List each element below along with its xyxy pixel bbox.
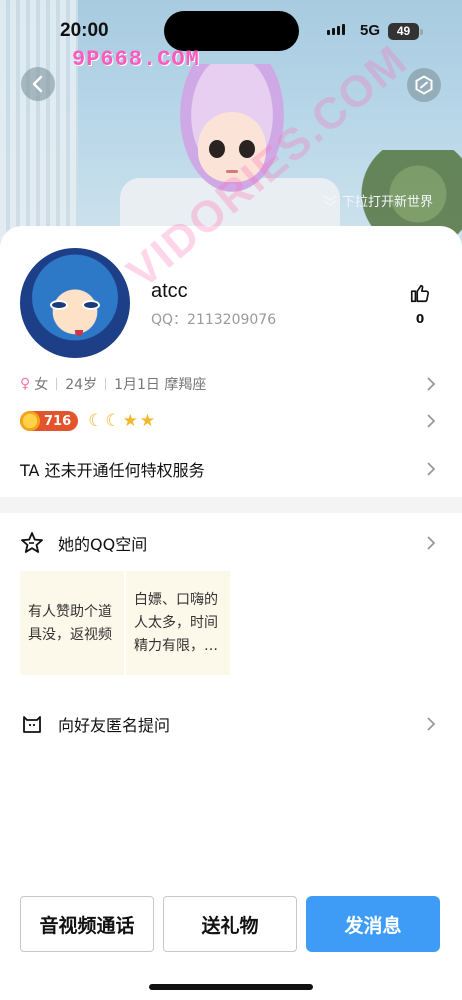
qzone-row[interactable]: 她的QQ空间 bbox=[20, 530, 442, 556]
pull-hint[interactable]: 下拉打开新世界 bbox=[322, 191, 433, 210]
cover-avatar-eye bbox=[239, 140, 255, 158]
level-icons: ☾ ☾ ★ ★ bbox=[88, 411, 155, 431]
chevron-right-icon bbox=[427, 414, 436, 428]
avatar-eye bbox=[82, 300, 100, 310]
home-indicator[interactable] bbox=[149, 984, 313, 990]
moon-icon: ☾ bbox=[105, 411, 121, 431]
chevron-left-icon bbox=[32, 75, 43, 93]
hexagon-settings-icon bbox=[415, 75, 433, 95]
level-value: 716 bbox=[44, 413, 72, 429]
back-button[interactable] bbox=[21, 67, 55, 101]
pull-hint-label: 下拉打开新世界 bbox=[342, 195, 434, 210]
thumbs-up-icon bbox=[410, 284, 430, 303]
cat-box-icon bbox=[23, 716, 41, 733]
privilege-text: TA 还未开通任何特权服务 bbox=[20, 461, 205, 480]
qzone-post[interactable]: 白嫖、口嗨的人太多，时间精力有限，… bbox=[126, 571, 230, 675]
level-coin-icon bbox=[20, 411, 40, 431]
avatar[interactable] bbox=[20, 248, 130, 358]
like-button[interactable]: 0 bbox=[406, 282, 434, 326]
status-time: 20:00 bbox=[60, 20, 109, 41]
qzone-post-text: 有人赞助个道具没，返视频 bbox=[28, 604, 112, 643]
cover-avatar-mouth bbox=[226, 170, 238, 173]
gender-text: 女 bbox=[34, 377, 49, 393]
anonymous-ask-row[interactable]: 向好友匿名提问 bbox=[20, 710, 442, 738]
settings-button[interactable] bbox=[407, 68, 441, 102]
avatar-eye bbox=[50, 300, 68, 310]
chevron-right-icon bbox=[427, 377, 436, 391]
qzone-post-text: 白嫖、口嗨的人太多，时间精力有限，… bbox=[134, 592, 218, 654]
network-type: 5G bbox=[360, 22, 381, 39]
moon-icon: ☾ bbox=[88, 411, 104, 431]
nickname: atcc bbox=[151, 280, 188, 302]
anonymous-ask-title: 向好友匿名提问 bbox=[58, 716, 171, 735]
battery-icon: 49 bbox=[388, 23, 423, 40]
female-icon: ♀ bbox=[20, 376, 31, 392]
qzone-post[interactable]: 有人赞助个道具没，返视频 bbox=[20, 571, 124, 675]
level-row[interactable]: 716 ☾ ☾ ★ ★ bbox=[20, 408, 442, 434]
video-call-button[interactable]: 音视频通话 bbox=[20, 896, 154, 952]
qzone-star-icon bbox=[21, 532, 43, 553]
divider bbox=[56, 378, 58, 390]
privilege-row[interactable]: TA 还未开通任何特权服务 bbox=[20, 456, 442, 482]
birthday-text: 1月1日 摩羯座 bbox=[114, 377, 207, 393]
qq-number[interactable]: QQ：2113209076 bbox=[151, 309, 276, 329]
send-message-button[interactable]: 发消息 bbox=[306, 896, 440, 952]
divider bbox=[105, 378, 107, 390]
age-text: 24岁 bbox=[65, 377, 98, 393]
site-watermark: 9P668.COM bbox=[72, 47, 200, 72]
cover-avatar-eye bbox=[209, 140, 225, 158]
chevron-right-icon bbox=[427, 536, 436, 550]
avatar-mouth bbox=[75, 330, 83, 336]
star-icon: ★ bbox=[122, 411, 138, 431]
double-chevron-down-icon bbox=[323, 194, 337, 206]
qzone-title: 她的QQ空间 bbox=[58, 535, 148, 554]
basic-info-row[interactable]: ♀ 女 24岁 1月1日 摩羯座 bbox=[20, 372, 442, 396]
level-badge: 716 bbox=[20, 411, 79, 431]
chevron-right-icon bbox=[427, 462, 436, 476]
dynamic-island bbox=[164, 11, 299, 51]
signal-icon bbox=[327, 24, 345, 35]
send-gift-button[interactable]: 送礼物 bbox=[163, 896, 297, 952]
section-divider bbox=[0, 497, 462, 513]
like-count: 0 bbox=[415, 312, 425, 326]
star-icon: ★ bbox=[139, 411, 156, 431]
chevron-right-icon bbox=[427, 717, 436, 731]
